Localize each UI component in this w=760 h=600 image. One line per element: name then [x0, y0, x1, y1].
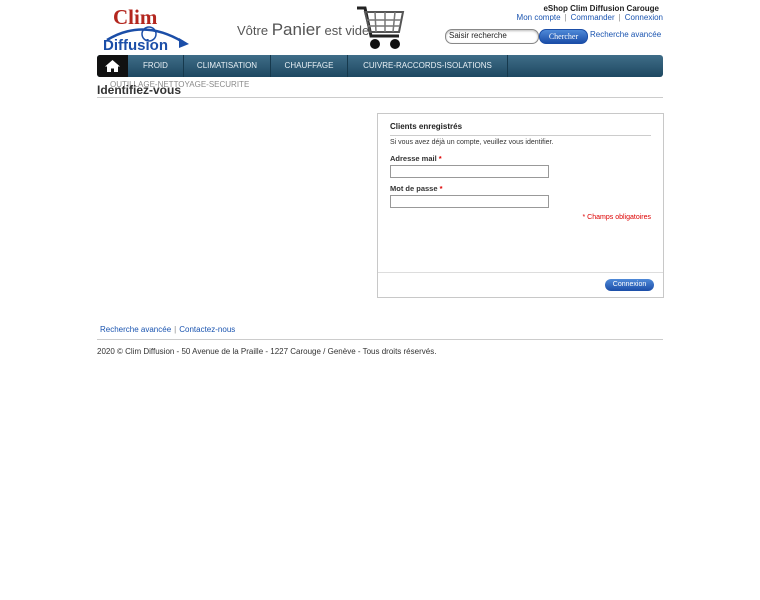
page-title: Identifiez-vous: [97, 83, 182, 97]
password-field[interactable]: [390, 195, 549, 208]
cart-status: Vôtre Panier est vide.: [237, 20, 373, 40]
home-icon: [105, 60, 120, 72]
clim-diffusion-logo[interactable]: Clim Diffusion: [103, 4, 189, 54]
cart-prefix: Vôtre: [237, 23, 269, 38]
cart-word: Panier: [271, 20, 321, 39]
main-nav: FROID CLIMATISATION CHAUFFAGE CUIVRE-RAC…: [97, 55, 663, 77]
my-account-link[interactable]: Mon compte: [517, 13, 561, 22]
search-button[interactable]: Chercher: [539, 29, 588, 44]
footer-advanced-search-link[interactable]: Recherche avancée: [100, 325, 171, 334]
password-label: Mot de passe *: [390, 184, 443, 193]
footer-links: Recherche avancée | Contactez-nous: [100, 325, 236, 334]
login-heading-divider: [390, 135, 651, 136]
login-intro: Si vous avez déjà un compte, veuillez vo…: [390, 139, 554, 146]
footer-divider: [97, 339, 663, 340]
login-submit-button[interactable]: Connexion: [605, 279, 654, 291]
logo-clim-text: Clim: [113, 5, 158, 29]
shopping-cart-icon[interactable]: [355, 4, 407, 52]
advanced-search-link[interactable]: Recherche avancée: [590, 30, 661, 39]
shop-name: eShop Clim Diffusion Carouge: [543, 4, 659, 13]
home-button[interactable]: [97, 55, 128, 77]
login-heading: Clients enregistrés: [390, 122, 463, 131]
panel-divider: [378, 272, 663, 273]
footer-contact-link[interactable]: Contactez-nous: [179, 325, 235, 334]
nav-cuivre[interactable]: CUIVRE-RACCORDS-ISOLATIONS: [348, 55, 508, 77]
title-divider: [97, 97, 663, 98]
copyright: 2020 © Clim Diffusion - 50 Avenue de la …: [97, 347, 437, 356]
nav-climatisation[interactable]: CLIMATISATION: [184, 55, 271, 77]
login-link[interactable]: Connexion: [625, 13, 663, 22]
account-links: Mon compte | Commander | Connexion: [516, 13, 663, 22]
logo-arrow: [179, 38, 189, 48]
registered-customers-panel: Clients enregistrés Si vous avez déjà un…: [377, 113, 664, 298]
email-label: Adresse mail *: [390, 154, 442, 163]
nav-chauffage[interactable]: CHAUFFAGE: [271, 55, 348, 77]
checkout-link[interactable]: Commander: [571, 13, 615, 22]
required-fields-note: * Champs obligatoires: [582, 214, 651, 221]
nav-froid[interactable]: FROID: [128, 55, 184, 77]
search-input[interactable]: Saisir recherche: [445, 29, 539, 44]
email-field[interactable]: [390, 165, 549, 178]
logo-diffusion-text: Diffusion: [103, 37, 168, 54]
